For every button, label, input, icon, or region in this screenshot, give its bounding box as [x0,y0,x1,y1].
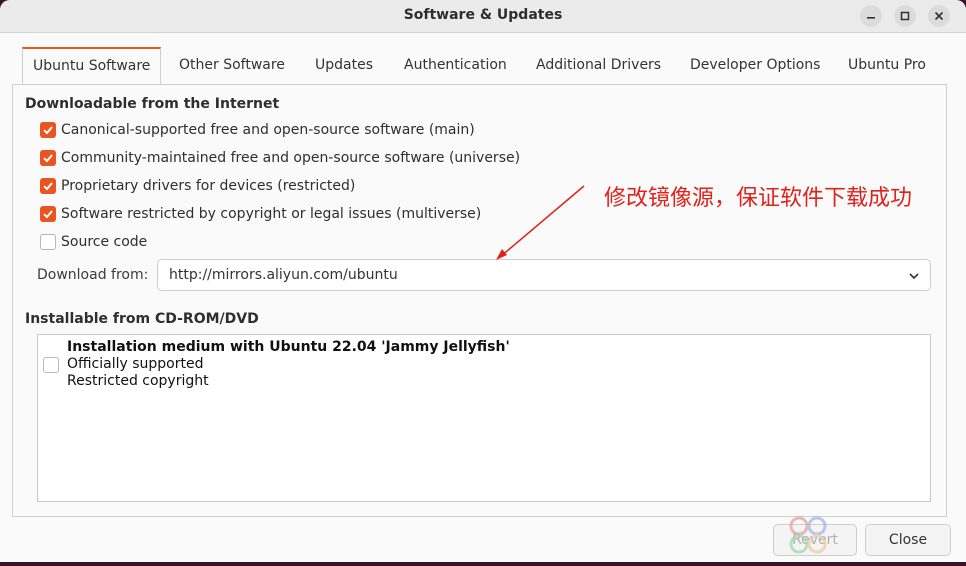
cdrom-checkbox[interactable] [43,357,59,373]
software-updates-window: Software & Updates Ubuntu Software Other… [0,0,966,562]
checkbox[interactable] [40,122,56,138]
checkmark-icon [43,126,53,135]
checkbox[interactable] [40,206,56,222]
checkmark-icon [43,182,53,191]
annotation-arrow [496,185,585,260]
cdrom-item-copyright: Restricted copyright [67,373,209,389]
title-bar[interactable]: Software & Updates [0,0,966,33]
cdrom-item-support: Officially supported [67,356,204,372]
close-icon [934,11,944,21]
annotation-text: 修改镜像源，保证软件下载成功 [604,186,913,211]
cdrom-list[interactable]: Installation medium with Ubuntu 22.04 'J… [37,334,931,502]
watermark-logo-icon [789,516,827,554]
close-button[interactable]: Close [865,524,951,556]
checkbox-universe[interactable]: Community-maintained free and open-sourc… [40,148,520,168]
checkbox-label: Proprietary drivers for devices (restric… [61,178,356,194]
download-from-label: Download from: [37,267,149,283]
tab-developer-options[interactable]: Developer Options [690,48,820,82]
tab-ubuntu-software[interactable]: Ubuntu Software [22,47,162,84]
checkbox[interactable] [40,150,56,166]
maximize-icon [900,11,910,21]
checkbox-restricted[interactable]: Proprietary drivers for devices (restric… [40,176,355,196]
tab-additional-drivers[interactable]: Additional Drivers [536,48,661,82]
checkbox-multiverse[interactable]: Software restricted by copyright or lega… [40,204,481,224]
download-server-dropdown[interactable]: http://mirrors.aliyun.com/ubuntu [157,259,931,291]
checkbox-label: Canonical-supported free and open-source… [61,122,475,138]
cdrom-section-heading: Installable from CD-ROM/DVD [25,311,259,327]
tab-authentication[interactable]: Authentication [404,48,507,82]
checkbox-main[interactable]: Canonical-supported free and open-source… [40,120,475,140]
checkbox[interactable] [40,234,56,250]
checkbox[interactable] [40,178,56,194]
minimize-button[interactable] [860,5,882,27]
chevron-down-icon [909,273,919,280]
checkmark-icon [43,210,53,219]
tab-ubuntu-pro[interactable]: Ubuntu Pro [848,48,926,82]
maximize-button[interactable] [894,5,916,27]
tab-other-software[interactable]: Other Software [179,48,285,82]
close-window-button[interactable] [928,5,950,27]
download-server-value: http://mirrors.aliyun.com/ubuntu [169,267,398,283]
checkbox-source-code[interactable]: Source code [40,232,147,252]
checkbox-label: Source code [61,234,148,250]
internet-section-heading: Downloadable from the Internet [25,96,280,112]
tab-updates[interactable]: Updates [315,48,373,82]
minimize-icon [867,17,875,19]
checkbox-label: Software restricted by copyright or lega… [61,206,482,222]
checkmark-icon [43,154,53,163]
checkbox-label: Community-maintained free and open-sourc… [61,150,521,166]
window-title: Software & Updates [403,7,563,23]
cdrom-item-title: Installation medium with Ubuntu 22.04 'J… [67,339,510,355]
